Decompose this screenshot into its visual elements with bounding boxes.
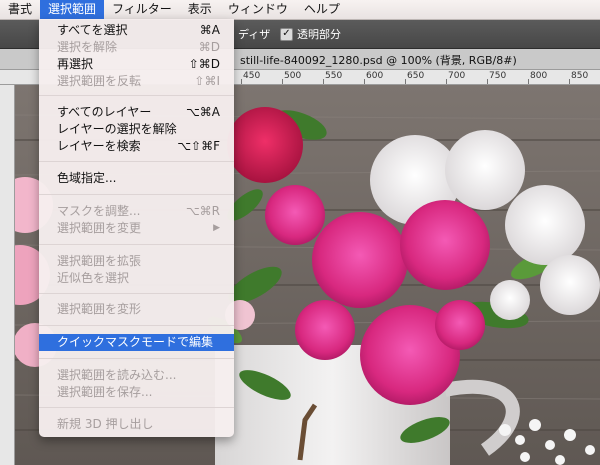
menu-item-label: クイックマスクモードで編集 xyxy=(57,335,214,349)
menu-item-find-layers[interactable]: レイヤーを検索 ⌥⇧⌘F xyxy=(39,138,234,155)
ruler-label: 600 xyxy=(366,71,384,81)
menu-item-reselect[interactable]: 再選択 ⇧⌘D xyxy=(39,56,234,73)
ruler-label: 650 xyxy=(407,71,425,81)
menu-view[interactable]: 表示 xyxy=(180,0,220,19)
menu-separator xyxy=(39,325,234,326)
menu-item-similar[interactable]: 近似色を選択 xyxy=(39,270,234,287)
ruler-label: 450 xyxy=(243,71,261,81)
menu-item-label: マスクを調整... xyxy=(57,204,141,218)
menu-item-deselect-layers[interactable]: レイヤーの選択を解除 xyxy=(39,121,234,138)
ruler-label: 750 xyxy=(489,71,507,81)
ruler-tick xyxy=(323,79,324,84)
menu-item-label: レイヤーの選択を解除 xyxy=(57,122,177,136)
menu-item-shortcut: ⇧⌘I xyxy=(194,74,220,88)
menu-separator xyxy=(39,293,234,294)
transparency-label: 透明部分 xyxy=(297,28,341,41)
ruler-tick xyxy=(364,79,365,84)
ruler-tick xyxy=(446,79,447,84)
vertical-ruler[interactable] xyxy=(0,85,15,465)
document-tab-title[interactable]: still-life-840092_1280.psd @ 100% (背景, R… xyxy=(240,52,517,68)
menu-item-transform-selection[interactable]: 選択範囲を変形 xyxy=(39,301,234,318)
menu-item-refine-mask[interactable]: マスクを調整... ⌥⌘R xyxy=(39,203,234,220)
submenu-arrow-icon: ▶ xyxy=(213,223,220,233)
select-menu-dropdown: すべてを選択 ⌘A 選択を解除 ⌘D 再選択 ⇧⌘D 選択範囲を反転 ⇧⌘I す… xyxy=(39,19,234,437)
ruler-label: 850 xyxy=(571,71,589,81)
menu-item-shortcut: ⇧⌘D xyxy=(188,57,220,71)
menu-filter[interactable]: フィルター xyxy=(104,0,180,19)
ruler-tick xyxy=(405,79,406,84)
menu-item-grow[interactable]: 選択範囲を拡張 xyxy=(39,253,234,270)
menu-item-3d-extrusion[interactable]: 新規 3D 押し出し xyxy=(39,416,234,433)
menu-item-shortcut: ⌘D xyxy=(198,40,220,54)
menu-item-deselect[interactable]: 選択を解除 ⌘D xyxy=(39,39,234,56)
menu-separator xyxy=(39,95,234,96)
menu-item-label: 近似色を選択 xyxy=(57,271,130,285)
menu-separator xyxy=(39,244,234,245)
menu-item-color-range[interactable]: 色域指定... xyxy=(39,170,234,187)
ruler-label: 550 xyxy=(325,71,343,81)
menu-item-save-selection[interactable]: 選択範囲を保存... xyxy=(39,384,234,401)
menu-item-label: 選択範囲を反転 xyxy=(57,74,142,88)
menu-item-modify[interactable]: 選択範囲を変更 ▶ xyxy=(39,220,234,237)
menu-separator xyxy=(39,407,234,408)
ruler-tick xyxy=(487,79,488,84)
menu-window[interactable]: ウィンドウ xyxy=(220,0,296,19)
transparency-option[interactable]: ✓ 透明部分 xyxy=(280,26,341,42)
ruler-tick xyxy=(282,79,283,84)
transparency-checkbox[interactable]: ✓ xyxy=(280,27,293,41)
menu-item-label: 選択範囲を変形 xyxy=(57,302,142,316)
menu-item-label: 再選択 xyxy=(57,57,94,71)
menu-item-label: 色域指定... xyxy=(57,171,117,185)
menu-item-label: 選択範囲を拡張 xyxy=(57,254,142,268)
menu-item-shortcut: ⌘A xyxy=(199,23,220,37)
menu-separator xyxy=(39,358,234,359)
dither-option[interactable]: ディザ xyxy=(238,26,270,42)
dither-label: ディザ xyxy=(238,28,271,41)
ruler-label: 700 xyxy=(448,71,466,81)
menu-item-label: 選択範囲を変更 xyxy=(57,221,142,235)
menu-format[interactable]: 書式 xyxy=(0,0,40,19)
menu-bar: 書式 選択範囲 フィルター 表示 ウィンドウ ヘルプ xyxy=(0,0,600,20)
ruler-label: 800 xyxy=(530,71,548,81)
ruler-tick xyxy=(241,79,242,84)
menu-item-label: 選択範囲を読み込む... xyxy=(57,368,177,382)
menu-item-select-all[interactable]: すべてを選択 ⌘A xyxy=(39,22,234,39)
ruler-label: 500 xyxy=(284,71,302,81)
menu-item-label: すべてを選択 xyxy=(57,23,128,37)
menu-item-shortcut: ⌥⌘R xyxy=(185,204,220,218)
menu-select[interactable]: 選択範囲 xyxy=(40,0,105,19)
menu-separator xyxy=(39,161,234,162)
menu-item-all-layers[interactable]: すべてのレイヤー ⌥⌘A xyxy=(39,104,234,121)
menu-item-label: レイヤーを検索 xyxy=(57,139,141,153)
menu-help[interactable]: ヘルプ xyxy=(296,0,348,19)
menu-item-shortcut: ⌥⇧⌘F xyxy=(177,139,220,153)
menu-separator xyxy=(39,194,234,195)
menu-item-label: すべてのレイヤー xyxy=(57,105,152,119)
menu-item-shortcut: ⌥⌘A xyxy=(185,105,220,119)
menu-item-label: 選択を解除 xyxy=(57,40,118,54)
ruler-tick xyxy=(528,79,529,84)
menu-item-inverse[interactable]: 選択範囲を反転 ⇧⌘I xyxy=(39,73,234,90)
menu-item-load-selection[interactable]: 選択範囲を読み込む... xyxy=(39,367,234,384)
menu-item-label: 新規 3D 押し出し xyxy=(57,417,154,431)
menu-item-quick-mask[interactable]: クイックマスクモードで編集 xyxy=(39,334,234,351)
menu-item-label: 選択範囲を保存... xyxy=(57,385,153,399)
ruler-tick xyxy=(569,79,570,84)
